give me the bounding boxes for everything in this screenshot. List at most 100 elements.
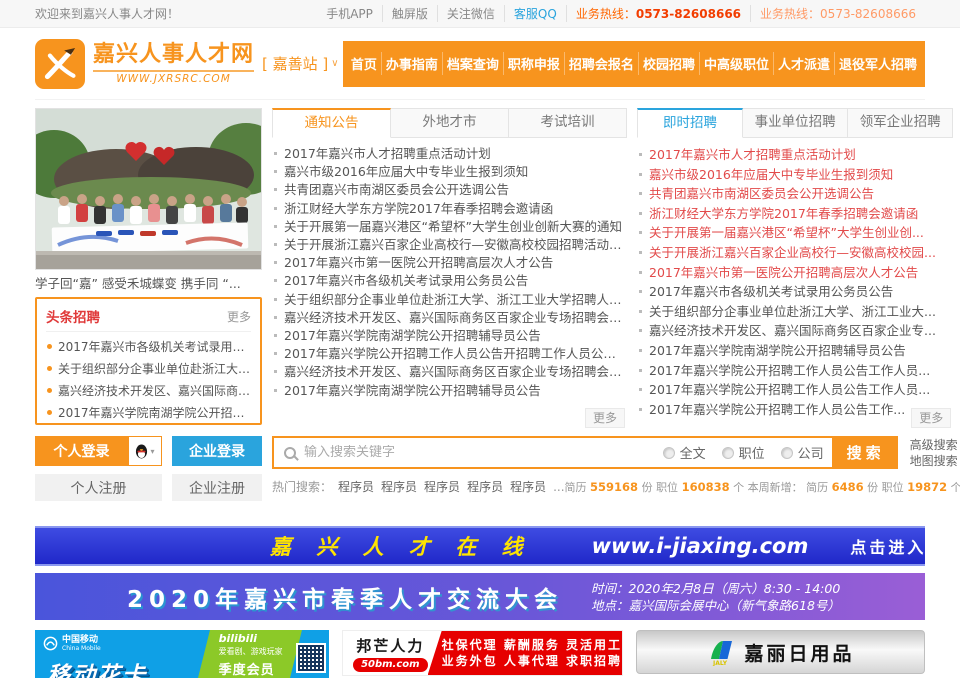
job-item[interactable]: 2017年嘉兴学院公开招聘工作人员公告工作人员... (637, 361, 953, 381)
job-item[interactable]: 关于组织部分企事业单位赴浙江大学、浙江工业大... (637, 302, 953, 322)
tab-outside-market[interactable]: 外地才市 (391, 108, 509, 138)
mobile-ad-offer: 季度会员 (219, 659, 297, 678)
banmang-services-line1: 社保代理 薪酬服务 灵活用工 (442, 637, 622, 653)
job-item[interactable]: 2017年嘉兴市各级机关考试录用公务员公告 (637, 282, 953, 302)
notices-more-button[interactable]: 更多 (585, 408, 625, 428)
qq-login-dropdown[interactable]: ▾ (128, 436, 162, 466)
photo-caption[interactable]: 学子回“嘉” 感受禾城蝶变 携手同 “... (35, 270, 262, 297)
notices-list: 2017年嘉兴市人才招聘重点活动计划 嘉兴市级2016年应届大中专毕业生报到须知… (272, 145, 627, 400)
personal-register-button[interactable]: 个人注册 (35, 474, 162, 501)
hot-search-term[interactable]: 程序员 (338, 478, 374, 495)
tab-leading-enterprise[interactable]: 领军企业招聘 (848, 108, 953, 138)
nav-dispatch[interactable]: 人才派遣 (773, 52, 834, 75)
job-item-hot[interactable]: 关于开展浙江嘉兴百家企业高校行—安徽高校校园... (637, 243, 953, 263)
job-item[interactable]: 2017年嘉兴学院公开招聘工作人员公告工作人员... (637, 380, 953, 400)
jobs-more-button[interactable]: 更多 (911, 408, 951, 428)
headline-item[interactable]: 2017年嘉兴学院南湖学院公开招聘辅... (46, 402, 251, 424)
radio-position[interactable]: 职位 (722, 443, 765, 462)
notice-item[interactable]: 关于组织部分企事业单位赴浙江大学、浙江工业大学招聘人才的... (272, 291, 627, 309)
tab-notices[interactable]: 通知公告 (272, 108, 391, 138)
notice-item[interactable]: 嘉兴经济技术开发区、嘉兴国际商务区百家企业专场招聘会公告 (272, 309, 627, 327)
job-item[interactable]: 2017年嘉兴学院公开招聘工作人员公告工作... (637, 400, 953, 420)
site-title: 嘉兴人事人才网 (93, 42, 254, 68)
jaly-daily-goods-ad[interactable]: JALY 嘉丽日用品 (636, 630, 925, 674)
site-logo[interactable] (35, 39, 85, 89)
headline-item[interactable]: 嘉兴经济技术开发区、嘉兴国际商务... (46, 380, 251, 402)
search-input[interactable] (304, 445, 647, 460)
topbar-link-qq[interactable]: 客服QQ (504, 5, 566, 22)
map-search-link[interactable]: 地图搜索 (910, 453, 960, 469)
notice-item[interactable]: 关于开展浙江嘉兴百家企业高校行—安徽高校校园招聘活动的通... (272, 236, 627, 254)
search-block: 全文 职位 公司 搜索 高级搜索 地图搜索 热门搜索： 程序员 程序员 程序员 … (272, 436, 960, 509)
personal-login-button[interactable]: 个人登录 (35, 436, 128, 466)
job-item-hot[interactable]: 2017年嘉兴市第一医院公开招聘高层次人才公告 (637, 263, 953, 283)
banner2-place-value: 嘉兴国际会展中心（新气象路618号） (629, 598, 840, 613)
site-brand[interactable]: 嘉兴人事人才网 WWW.JXRSRC.COM (93, 42, 254, 85)
hotline-secondary: 业务热线：0573-82608666 (750, 5, 925, 22)
notice-item[interactable]: 2017年嘉兴学院南湖学院公开招聘辅导员公告 (272, 327, 627, 345)
notice-item[interactable]: 2017年嘉兴市第一医院公开招聘高层次人才公告 (272, 254, 627, 272)
nav-title-apply[interactable]: 职称申报 (503, 52, 564, 75)
notices-tabs: 通知公告 外地才市 考试培训 (272, 108, 627, 138)
notice-item[interactable]: 2017年嘉兴学院公开招聘工作人员公告开招聘工作人员公告开... (272, 345, 627, 363)
job-item-hot[interactable]: 嘉兴市级2016年应届大中专毕业生报到须知 (637, 165, 953, 185)
headline-item[interactable]: 2017年嘉兴市各级机关考试录用公务... (46, 336, 251, 358)
nav-senior[interactable]: 中高级职位 (699, 52, 773, 75)
hot-search-term[interactable]: 程序员 (467, 478, 503, 495)
job-item[interactable]: 2017年嘉兴学院南湖学院公开招聘辅导员公告 (637, 341, 953, 361)
nav-jobfair[interactable]: 招聘会报名 (564, 52, 638, 75)
hot-search-term[interactable]: 程序员 (424, 478, 460, 495)
advanced-search-link[interactable]: 高级搜索 (910, 437, 960, 453)
topbar-link-touch[interactable]: 触屏版 (382, 5, 437, 22)
notice-item[interactable]: 2017年嘉兴市人才招聘重点活动计划 (272, 145, 627, 163)
tab-public-institution[interactable]: 事业单位招聘 (743, 108, 848, 138)
nav-campus[interactable]: 校园招聘 (638, 52, 699, 75)
notice-item[interactable]: 2017年嘉兴市各级机关考试录用公务员公告 (272, 272, 627, 290)
company-register-button[interactable]: 企业注册 (172, 474, 262, 501)
chevron-down-icon: ▾ (150, 447, 154, 456)
hot-search-term[interactable]: 程序员 (381, 478, 417, 495)
radio-fulltext[interactable]: 全文 (663, 443, 706, 462)
topbar-link-app[interactable]: 手机APP (317, 5, 382, 22)
notice-item[interactable]: 2017年嘉兴学院南湖学院公开招聘辅导员公告 (272, 382, 627, 400)
hot-search-term[interactable]: 程序员 (510, 478, 546, 495)
nav-guide[interactable]: 办事指南 (381, 52, 442, 75)
nav-veteran[interactable]: 退役军人招聘 (834, 52, 921, 75)
job-item-hot[interactable]: 关于开展第一届嘉兴港区“希望杯”大学生创业创... (637, 223, 953, 243)
job-item-hot[interactable]: 浙江财经大学东方学院2017年春季招聘会邀请函 (637, 204, 953, 224)
notice-item[interactable]: 浙江财经大学东方学院2017年春季招聘会邀请函 (272, 200, 627, 218)
jaly-logo-icon: JALY (706, 638, 736, 666)
jiaxing-talent-online-banner[interactable]: 嘉 兴 人 才 在 线 www.i-jiaxing.com 点击进入 (35, 526, 925, 566)
notice-item[interactable]: 嘉兴经济技术开发区、嘉兴国际商务区百家企业专场招聘会公告 (272, 363, 627, 381)
topbar-link-wechat[interactable]: 关注微信 (437, 5, 504, 22)
radio-company[interactable]: 公司 (781, 443, 824, 462)
main-nav: 首页 办事指南 档案查询 职称申报 招聘会报名 校园招聘 中高级职位 人才派遣 … (343, 41, 925, 87)
china-mobile-ad[interactable]: 中国移动 China Mobile 移动花卡 bilibili 爱看剧、游戏玩家… (35, 630, 329, 678)
job-item[interactable]: 嘉兴经济技术开发区、嘉兴国际商务区百家企业专... (637, 321, 953, 341)
stat-value: 19872 (907, 480, 947, 494)
station-selector[interactable]: [ 嘉善站 ] ∨ (262, 53, 339, 74)
spring-jobfair-banner[interactable]: 2020年嘉兴市春季人才交流大会 时间：2020年2月8日（周六）8:30 - … (35, 573, 925, 620)
notice-item[interactable]: 嘉兴市级2016年应届大中专毕业生报到须知 (272, 163, 627, 181)
headline-item[interactable]: 关于组织部分企事业单位赴浙江大学... (46, 358, 251, 380)
stat-label: 职位 (656, 481, 678, 494)
banner2-place-label: 地点： (591, 598, 629, 613)
radio-icon (781, 447, 793, 459)
nav-archive[interactable]: 档案查询 (442, 52, 503, 75)
company-login-button[interactable]: 企业登录 (172, 436, 262, 466)
job-item-hot[interactable]: 2017年嘉兴市人才招聘重点活动计划 (637, 145, 953, 165)
stat-label: 简历 (806, 481, 828, 494)
banner2-time-value: 2020年2月8日（周六）8:30 - 14:00 (629, 581, 841, 596)
search-button[interactable]: 搜索 (832, 438, 896, 467)
stat-value: 559168 (590, 480, 638, 494)
notice-item[interactable]: 关于开展第一届嘉兴港区“希望杯”大学生创业创新大赛的通知 (272, 218, 627, 236)
nav-home[interactable]: 首页 (347, 52, 381, 75)
banmang-hr-ad[interactable]: 邦芒人力 50bm.com 社保代理 薪酬服务 灵活用工 业务外包 人事代理 求… (342, 630, 623, 676)
notice-item[interactable]: 共青团嘉兴市南湖区委员会公开选调公告 (272, 181, 627, 199)
headline-more-link[interactable]: 更多 (227, 308, 251, 325)
job-item-hot[interactable]: 共青团嘉兴市南湖区委员会公开选调公告 (637, 184, 953, 204)
tab-instant-jobs[interactable]: 即时招聘 (637, 108, 743, 138)
radio-label: 全文 (680, 443, 706, 462)
tab-exam-training[interactable]: 考试培训 (509, 108, 627, 138)
news-photo[interactable] (35, 108, 262, 270)
